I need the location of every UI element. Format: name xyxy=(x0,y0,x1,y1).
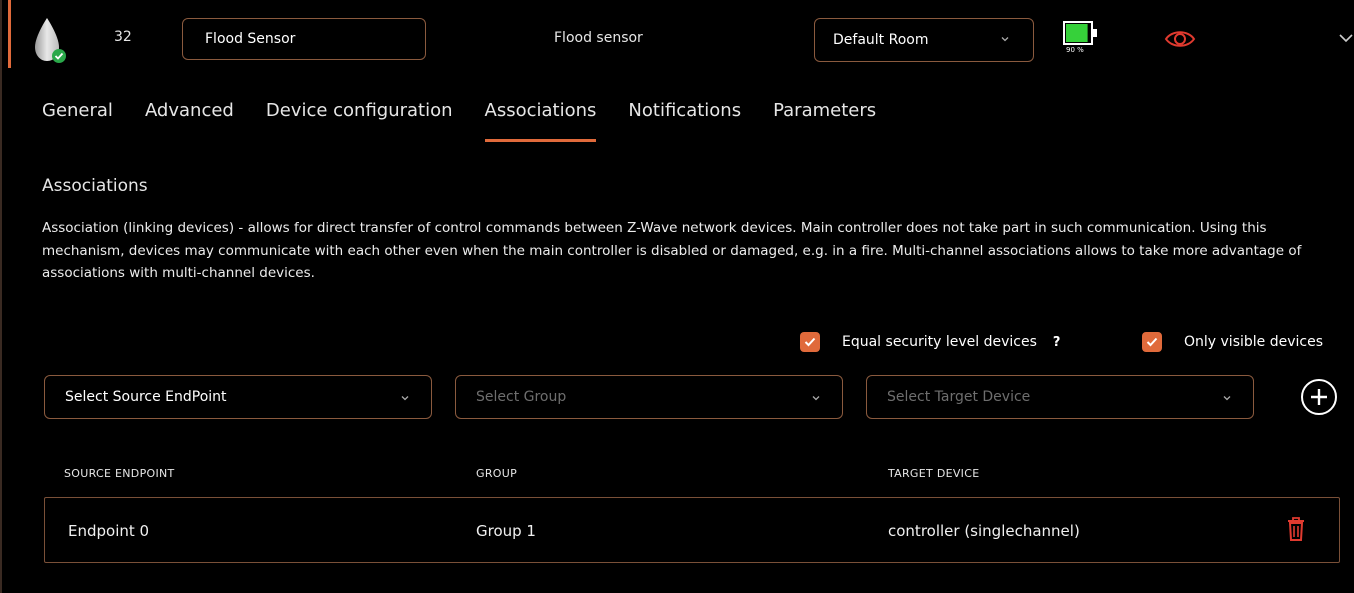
tab-parameters[interactable]: Parameters xyxy=(773,92,876,142)
tab-notifications[interactable]: Notifications xyxy=(628,92,741,142)
tab-advanced[interactable]: Advanced xyxy=(145,92,234,142)
source-endpoint-select[interactable]: Select Source EndPoint xyxy=(44,375,432,419)
target-device-select[interactable]: Select Target Device xyxy=(866,375,1254,419)
only-visible-label: Only visible devices xyxy=(1184,334,1323,350)
row-group: Group 1 xyxy=(476,522,536,540)
group-select[interactable]: Select Group xyxy=(455,375,843,419)
column-header-source-endpoint: SOURCE ENDPOINT xyxy=(64,467,175,480)
help-icon[interactable]: ? xyxy=(1053,335,1061,350)
section-title: Associations xyxy=(42,176,148,196)
device-id: 32 xyxy=(114,29,132,45)
add-association-button[interactable] xyxy=(1300,378,1338,416)
tab-device-configuration[interactable]: Device configuration xyxy=(266,92,453,142)
equal-security-checkbox[interactable]: Equal security level devices ? xyxy=(800,331,1060,353)
chevron-down-icon xyxy=(1223,396,1231,401)
device-name-input[interactable]: Flood Sensor xyxy=(182,18,426,60)
group-placeholder: Select Group xyxy=(476,389,567,405)
expand-chevron-icon[interactable] xyxy=(1338,32,1354,44)
checkbox-checked-icon xyxy=(800,332,820,352)
battery-icon xyxy=(1063,21,1097,45)
battery-level-label: 90 % xyxy=(1066,46,1084,54)
eye-icon[interactable] xyxy=(1164,28,1196,50)
column-header-target-device: TARGET DEVICE xyxy=(888,467,980,480)
source-endpoint-placeholder: Select Source EndPoint xyxy=(65,389,227,405)
device-page: 32 Flood Sensor Flood sensor Default Roo… xyxy=(0,0,1354,593)
water-drop-icon xyxy=(35,18,66,63)
equal-security-label: Equal security level devices xyxy=(842,334,1037,350)
tab-associations[interactable]: Associations xyxy=(484,92,596,142)
checkbox-checked-icon xyxy=(1142,332,1162,352)
room-select-value: Default Room xyxy=(833,32,929,48)
row-target-device: controller (singlechannel) xyxy=(888,522,1080,540)
chevron-down-icon xyxy=(812,396,820,401)
target-device-placeholder: Select Target Device xyxy=(887,389,1031,405)
chevron-down-icon xyxy=(1001,37,1009,42)
tab-general[interactable]: General xyxy=(42,92,113,142)
table-row: Endpoint 0 Group 1 controller (singlecha… xyxy=(44,497,1340,563)
device-header: 32 Flood Sensor Flood sensor Default Roo… xyxy=(2,0,1354,80)
device-type-label: Flood sensor xyxy=(554,30,643,46)
column-header-group: GROUP xyxy=(476,467,518,480)
tab-bar: General Advanced Device configuration As… xyxy=(42,92,908,142)
row-source-endpoint: Endpoint 0 xyxy=(68,522,150,540)
section-description: Association (linking devices) - allows f… xyxy=(42,220,1302,281)
trash-icon[interactable] xyxy=(1285,515,1307,543)
chevron-down-icon xyxy=(401,396,409,401)
only-visible-checkbox[interactable]: Only visible devices xyxy=(1142,331,1323,353)
room-select[interactable]: Default Room xyxy=(814,18,1034,62)
